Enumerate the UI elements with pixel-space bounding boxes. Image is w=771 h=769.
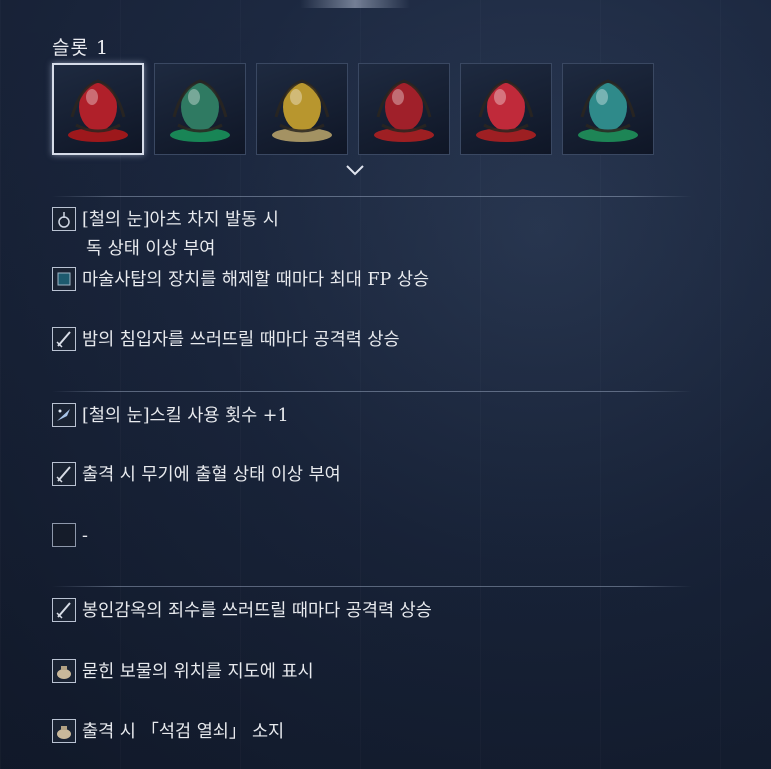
effect-row-9: 출격 시 「석검 열쇠」 소지 bbox=[52, 719, 284, 745]
rune-skill-icon bbox=[52, 207, 76, 231]
effect-text: [철의 눈]아츠 차지 발동 시 bbox=[82, 210, 279, 230]
effect-text: 출격 시 무기에 출혈 상태 이상 부여 bbox=[82, 465, 341, 485]
teal-egg-relic-icon bbox=[568, 67, 648, 151]
effect-text: [철의 눈]스킬 사용 횟수 +1 bbox=[82, 406, 289, 426]
green-egg-relic-icon bbox=[160, 67, 240, 151]
divider bbox=[52, 391, 692, 392]
red-egg-relic-icon bbox=[58, 67, 138, 151]
sword-icon bbox=[52, 327, 76, 351]
effect-row-1: [철의 눈]아츠 차지 발동 시 bbox=[52, 207, 279, 233]
relic-slot-3[interactable] bbox=[256, 63, 348, 155]
effect-text: 묻힌 보물의 위치를 지도에 표시 bbox=[82, 662, 314, 682]
chevron-down-icon[interactable] bbox=[344, 162, 366, 178]
top-ornament bbox=[300, 0, 410, 8]
square-fp-icon bbox=[52, 267, 76, 291]
relic-slot-1[interactable] bbox=[52, 63, 144, 155]
divider bbox=[52, 586, 692, 587]
effect-subtext: 독 상태 이상 부여 bbox=[86, 239, 216, 259]
effect-row-2: 마술사탑의 장치를 해제할 때마다 최대 FP 상승 bbox=[52, 267, 429, 293]
red-blue-egg-relic-icon bbox=[466, 67, 546, 151]
yellow-egg-relic-icon bbox=[262, 67, 342, 151]
relic-slot-5[interactable] bbox=[460, 63, 552, 155]
slot-title: 슬롯 1 bbox=[52, 37, 110, 59]
effect-row-8: 묻힌 보물의 위치를 지도에 표시 bbox=[52, 659, 314, 685]
effect-row-4: [철의 눈]스킬 사용 횟수 +1 bbox=[52, 403, 289, 429]
effect-row-3: 밤의 침입자를 쓰러뜨릴 때마다 공격력 상승 bbox=[52, 327, 400, 353]
effect-text: 봉인감옥의 죄수를 쓰러뜨릴 때마다 공격력 상승 bbox=[82, 601, 432, 621]
red-blue-egg-relic-icon bbox=[364, 67, 444, 151]
pouch-icon bbox=[52, 719, 76, 743]
effect-row-5: 출격 시 무기에 출혈 상태 이상 부여 bbox=[52, 462, 341, 488]
effect-text: 밤의 침입자를 쓰러뜨릴 때마다 공격력 상승 bbox=[82, 330, 400, 350]
relic-slot-6[interactable] bbox=[562, 63, 654, 155]
divider bbox=[52, 196, 692, 197]
sword-icon bbox=[52, 598, 76, 622]
effect-text: 마술사탑의 장치를 해제할 때마다 최대 FP 상승 bbox=[82, 270, 430, 290]
effect-text: - bbox=[82, 526, 88, 546]
empty-slot-icon bbox=[52, 523, 76, 547]
relic-slot-4[interactable] bbox=[358, 63, 450, 155]
relic-slot-row bbox=[52, 63, 654, 155]
skill-feather-icon bbox=[52, 403, 76, 427]
effect-row-6: - bbox=[52, 523, 88, 549]
pouch-icon bbox=[52, 659, 76, 683]
effect-text: 출격 시 「석검 열쇠」 소지 bbox=[82, 722, 285, 742]
effect-row-7: 봉인감옥의 죄수를 쓰러뜨릴 때마다 공격력 상승 bbox=[52, 598, 432, 624]
sword-icon bbox=[52, 462, 76, 486]
relic-slot-2[interactable] bbox=[154, 63, 246, 155]
